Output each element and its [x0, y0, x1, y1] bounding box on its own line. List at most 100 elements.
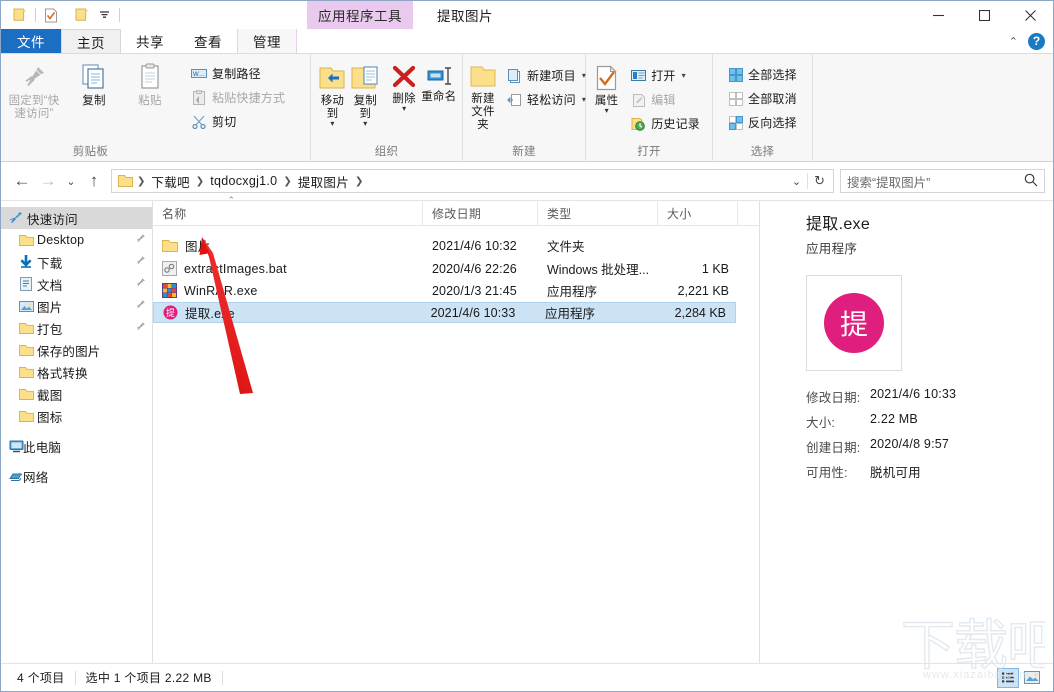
help-icon[interactable]: ?	[1028, 33, 1045, 50]
tab-file[interactable]: 文件	[1, 29, 61, 53]
properties-dropdown-icon[interactable]: ▾	[605, 108, 609, 114]
table-row[interactable]: 图片 2021/4/6 10:32 文件夹	[153, 235, 759, 256]
copy-button[interactable]: 复制	[66, 58, 122, 108]
address-bar[interactable]: ❯ 下载吧 ❯ tqdocxgj1.0 ❯ 提取图片 ❯ ⌄ ↻	[111, 169, 834, 193]
minimize-button[interactable]	[915, 1, 961, 29]
paste-label: 粘贴	[138, 95, 161, 108]
refresh-icon[interactable]: ↻	[807, 173, 831, 189]
maximize-button[interactable]	[961, 1, 1007, 29]
copy-path-button[interactable]: W… 复制路径	[188, 63, 288, 84]
sidebar-item-format-convert[interactable]: 格式转换	[1, 361, 152, 383]
paste-shortcut-button[interactable]: 粘贴快捷方式	[188, 87, 288, 108]
pin-to-quick-access-label: 固定到“快 速访问”	[9, 95, 60, 121]
recent-locations-button[interactable]: ⌄	[61, 168, 81, 194]
sidebar-item-icons[interactable]: 图标	[1, 405, 152, 427]
pin-icon[interactable]	[134, 255, 146, 270]
properties-button[interactable]: 属性 ▾	[591, 60, 622, 114]
pin-icon[interactable]	[134, 277, 146, 292]
sidebar-item-quick-access[interactable]: 快速访问	[1, 207, 152, 229]
sidebar-item-desktop[interactable]: Desktop	[1, 229, 152, 251]
tiqu-app-icon: 提	[824, 293, 884, 353]
collapse-ribbon-icon[interactable]: ⌃	[1009, 35, 1018, 48]
svg-text:提: 提	[166, 308, 175, 318]
close-button[interactable]	[1007, 1, 1053, 29]
copy-to-button[interactable]: 复制到 ▾	[349, 60, 382, 127]
column-header-date[interactable]: 修改日期	[423, 201, 538, 226]
file-size: 1 KB	[658, 258, 738, 279]
new-folder-label: 新建 文件夹	[468, 93, 498, 132]
easy-access-button[interactable]: 轻松访问 ▾	[504, 89, 589, 110]
sidebar-item-downloads[interactable]: 下载	[1, 251, 152, 273]
breadcrumb-separator[interactable]: ❯	[135, 176, 147, 187]
table-row[interactable]: 提 提取.exe 2021/4/6 10:33 应用程序 2,284 KB	[153, 302, 736, 323]
folder-icon[interactable]	[9, 4, 31, 26]
breadcrumb-item-1[interactable]: tqdocxgj1.0	[206, 174, 281, 188]
details-title: 提取.exe	[806, 210, 1053, 234]
delete-dropdown-icon[interactable]: ▾	[402, 106, 406, 112]
rename-button[interactable]: 重命名	[421, 60, 457, 104]
pin-icon[interactable]	[134, 299, 146, 314]
file-type: Windows 批处理...	[538, 258, 658, 279]
sidebar-item-label: 打包	[37, 319, 62, 338]
details-property-key: 大小:	[806, 412, 870, 431]
delete-button[interactable]: 删除 ▾	[388, 60, 421, 112]
sidebar-item-this-pc[interactable]: 此电脑	[1, 435, 152, 457]
new-folder-icon[interactable]	[71, 4, 93, 26]
pin-to-quick-access-button[interactable]: 固定到“快 速访问”	[6, 58, 62, 121]
sidebar-item-network[interactable]: 网络	[1, 465, 152, 487]
sidebar-item-screenshots[interactable]: 截图	[1, 383, 152, 405]
table-row[interactable]: WinRAR.exe 2020/1/3 21:45 应用程序 2,221 KB	[153, 280, 759, 301]
open-button[interactable]: 打开 ▾	[628, 65, 703, 86]
column-header-name[interactable]: 名称 ⌃	[153, 201, 423, 226]
back-button[interactable]: ←	[9, 168, 35, 194]
edit-button[interactable]: 编辑	[628, 89, 703, 110]
sidebar-item-saved-pictures[interactable]: 保存的图片	[1, 339, 152, 361]
address-dropdown-icon[interactable]: ⌄	[786, 175, 807, 188]
ribbon-group-organize-label: 组织	[311, 143, 462, 162]
search-icon[interactable]	[1024, 173, 1038, 190]
large-icons-view-button[interactable]	[1021, 668, 1043, 688]
select-all-button[interactable]: 全部选择	[726, 64, 800, 85]
breadcrumb-separator[interactable]: ❯	[281, 176, 293, 187]
cut-button[interactable]: 剪切	[188, 111, 288, 132]
sidebar-item-pictures[interactable]: 图片	[1, 295, 152, 317]
history-button[interactable]: 历史记录	[628, 113, 703, 134]
sort-ascending-icon: ⌃	[228, 195, 236, 206]
tab-home[interactable]: 主页	[61, 29, 121, 53]
breadcrumb-separator[interactable]: ❯	[194, 176, 206, 187]
invert-selection-button[interactable]: 反向选择	[726, 112, 800, 133]
file-list[interactable]: 名称 ⌃ 修改日期 类型 大小	[153, 201, 759, 663]
sidebar-item-documents[interactable]: 文档	[1, 273, 152, 295]
paste-button[interactable]: 粘贴	[122, 58, 178, 108]
move-to-button[interactable]: 移动到 ▾	[316, 60, 349, 127]
details-property-value: 脱机可用	[870, 462, 921, 481]
new-folder-button[interactable]: 新建 文件夹	[468, 60, 498, 132]
details-view-button[interactable]	[997, 668, 1019, 688]
search-input[interactable]: 搜索“提取图片”	[840, 169, 1045, 193]
open-dropdown-icon[interactable]: ▾	[682, 71, 686, 80]
forward-button[interactable]: →	[35, 168, 61, 194]
table-row[interactable]: extractImages.bat 2020/4/6 22:26 Windows…	[153, 258, 759, 279]
details-property-value: 2021/4/6 10:33	[870, 387, 956, 406]
pin-icon[interactable]	[134, 233, 146, 248]
up-button[interactable]: ↑	[81, 168, 107, 194]
column-header-size[interactable]: 大小	[658, 201, 738, 226]
tab-share[interactable]: 共享	[121, 29, 179, 53]
customize-dropdown-icon[interactable]	[93, 4, 115, 26]
navigation-pane[interactable]: 快速访问 Desktop 下载	[1, 201, 153, 663]
breadcrumb-item-0[interactable]: 下载吧	[147, 172, 193, 191]
select-none-button[interactable]: 全部取消	[726, 88, 800, 109]
properties-icon[interactable]	[40, 4, 62, 26]
breadcrumb-item-2[interactable]: 提取图片	[294, 172, 353, 191]
file-size	[658, 235, 738, 256]
pin-icon[interactable]	[134, 321, 146, 336]
folder-icon	[19, 344, 34, 357]
breadcrumb-separator[interactable]: ❯	[353, 176, 365, 187]
new-item-button[interactable]: 新建项目 ▾	[504, 65, 589, 86]
move-to-dropdown-icon[interactable]: ▾	[330, 121, 334, 127]
sidebar-item-dabao[interactable]: 打包	[1, 317, 152, 339]
tab-manage[interactable]: 管理	[237, 29, 297, 53]
column-header-type[interactable]: 类型	[538, 201, 658, 226]
copy-to-dropdown-icon[interactable]: ▾	[363, 121, 367, 127]
tab-view[interactable]: 查看	[179, 29, 237, 53]
